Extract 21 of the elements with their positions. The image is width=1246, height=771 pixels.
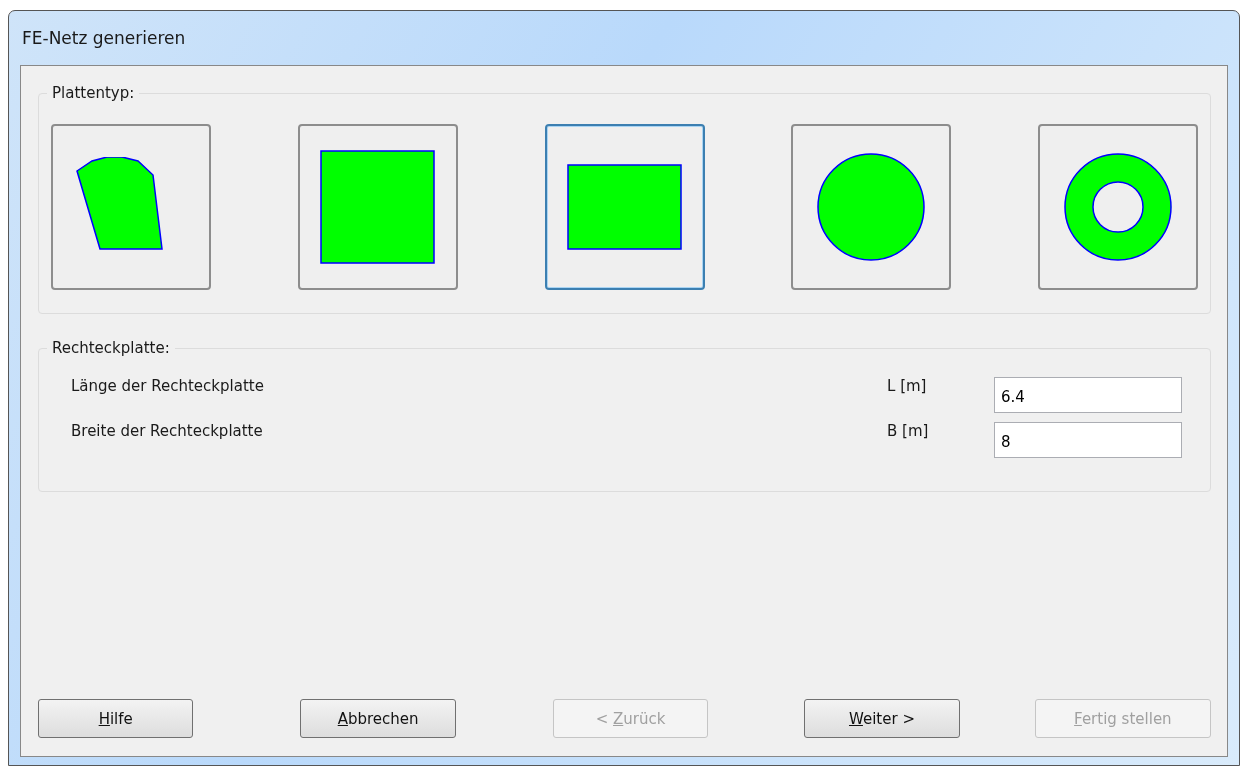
window-title: FE-Netz generieren <box>21 28 186 48</box>
wizard-button[interactable]: Hilfe <box>38 699 194 738</box>
wizard-button[interactable]: Abbrechen <box>300 699 456 738</box>
field-label: Länge der Rechteckplatte <box>71 377 265 395</box>
rectangle-icon <box>566 164 683 250</box>
circle-icon <box>816 152 927 262</box>
wizard-button[interactable]: Weiter > <box>804 699 960 738</box>
ring-shape-button[interactable] <box>1038 124 1198 290</box>
square-shape-button[interactable] <box>297 124 458 290</box>
polygon-shape-button[interactable] <box>51 124 211 290</box>
group-legend: Rechteckplatte: <box>47 339 175 357</box>
group-legend: Plattentyp: <box>47 84 140 102</box>
input-field[interactable]: 6.4 <box>994 377 1182 413</box>
circle-shape-button[interactable] <box>791 124 952 290</box>
input-field[interactable]: 8 <box>994 422 1182 458</box>
ring-icon <box>1063 152 1173 262</box>
unit-label: L [m] <box>887 377 928 395</box>
field-label: Breite der Rechteckplatte <box>71 422 264 440</box>
square-icon <box>319 150 436 264</box>
unit-label: B [m] <box>887 422 930 440</box>
rectangle-shape-button[interactable] <box>544 124 705 290</box>
